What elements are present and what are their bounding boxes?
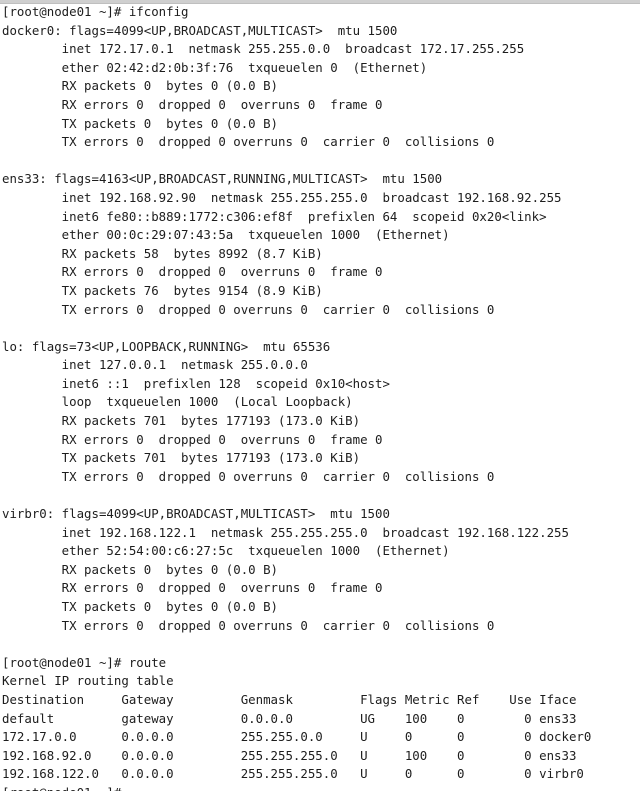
interface-rx-errors-lo: RX errors 0 dropped 0 overruns 0 frame 0 (2, 431, 383, 447)
table-row: 172.17.0.0 0.0.0.0 255.255.0.0 U 0 0 0 d… (2, 729, 592, 745)
interface-header-virbr0: virbr0: flags=4099<UP,BROADCAST,MULTICAS… (2, 506, 390, 522)
interface-rx-errors-ens33: RX errors 0 dropped 0 overruns 0 frame 0 (2, 264, 383, 280)
command-line-ifconfig: [root@node01 ~]# ifconfig (2, 4, 189, 19)
interface-header-lo: lo: flags=73<UP,LOOPBACK,RUNNING> mtu 65… (2, 338, 331, 354)
interface-rx-packets-virbr0: RX packets 0 bytes 0 (0.0 B) (2, 561, 279, 577)
interface-ether-ens33: ether 00:0c:29:07:43:5a txqueuelen 1000 … (2, 227, 450, 243)
interface-tx-packets-lo: TX packets 701 bytes 177193 (173.0 KiB) (2, 450, 361, 466)
interface-tx-errors-virbr0: TX errors 0 dropped 0 overruns 0 carrier… (2, 617, 495, 633)
interface-inet6-ens33: inet6 fe80::b889:1772:c306:ef8f prefixle… (2, 208, 547, 224)
interface-inet-docker0: inet 172.17.0.1 netmask 255.255.0.0 broa… (2, 41, 525, 57)
interface-tx-errors-lo: TX errors 0 dropped 0 overruns 0 carrier… (2, 468, 495, 484)
route-table-header: Destination Gateway Genmask Flags Metric… (2, 691, 577, 707)
interface-rx-errors-virbr0: RX errors 0 dropped 0 overruns 0 frame 0 (2, 580, 383, 596)
interface-inet-lo: inet 127.0.0.1 netmask 255.0.0.0 (2, 357, 308, 373)
interface-tx-packets-ens33: TX packets 76 bytes 9154 (8.9 KiB) (2, 282, 323, 298)
terminal-screen[interactable]: [root@node01 ~]# ifconfig docker0: flags… (0, 3, 640, 791)
prompt-line[interactable]: [root@node01 ~]# (2, 784, 640, 791)
interface-inet6-lo: inet6 ::1 prefixlen 128 scopeid 0x10<hos… (2, 375, 390, 391)
interface-ether-virbr0: ether 52:54:00:c6:27:5c txqueuelen 1000 … (2, 543, 450, 559)
interface-rx-packets-lo: RX packets 701 bytes 177193 (173.0 KiB) (2, 413, 361, 429)
interface-loop-lo: loop txqueuelen 1000 (Local Loopback) (2, 394, 353, 410)
interface-tx-errors-ens33: TX errors 0 dropped 0 overruns 0 carrier… (2, 301, 495, 317)
interface-ether-docker0: ether 02:42:d2:0b:3f:76 txqueuelen 0 (Et… (2, 59, 428, 75)
interface-inet-ens33: inet 192.168.92.90 netmask 255.255.255.0… (2, 189, 562, 205)
command-line-route: [root@node01 ~]# route (2, 654, 167, 670)
interface-header-ens33: ens33: flags=4163<UP,BROADCAST,RUNNING,M… (2, 171, 443, 187)
table-row: default gateway 0.0.0.0 UG 100 0 0 ens33 (2, 710, 577, 726)
table-row: 192.168.122.0 0.0.0.0 255.255.255.0 U 0 … (2, 766, 584, 782)
interface-rx-packets-docker0: RX packets 0 bytes 0 (0.0 B) (2, 78, 279, 94)
interface-tx-packets-docker0: TX packets 0 bytes 0 (0.0 B) (2, 115, 279, 131)
interface-tx-errors-docker0: TX errors 0 dropped 0 overruns 0 carrier… (2, 134, 495, 150)
interface-rx-packets-ens33: RX packets 58 bytes 8992 (8.7 KiB) (2, 245, 323, 261)
terminal-window[interactable]: [root@node01 ~]# ifconfig docker0: flags… (0, 0, 640, 791)
table-row: 192.168.92.0 0.0.0.0 255.255.255.0 U 100… (2, 747, 577, 763)
interface-inet-virbr0: inet 192.168.122.1 netmask 255.255.255.0… (2, 524, 569, 540)
route-table-title: Kernel IP routing table (2, 673, 174, 689)
interface-rx-errors-docker0: RX errors 0 dropped 0 overruns 0 frame 0 (2, 96, 383, 112)
interface-header-docker0: docker0: flags=4099<UP,BROADCAST,MULTICA… (2, 22, 398, 38)
interface-tx-packets-virbr0: TX packets 0 bytes 0 (0.0 B) (2, 599, 279, 614)
